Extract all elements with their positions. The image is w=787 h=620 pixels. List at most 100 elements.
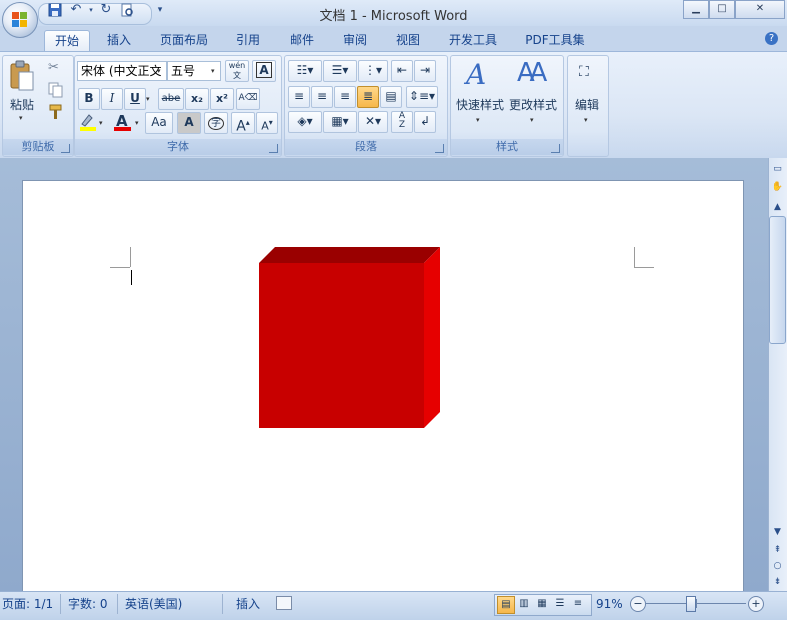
print-layout-view-icon[interactable]: ▤ <box>497 596 515 614</box>
align-center-button[interactable]: ≡ <box>311 86 333 108</box>
align-left-button[interactable]: ≡ <box>288 86 310 108</box>
tab-insert[interactable]: 插入 <box>100 30 138 51</box>
chinese-layout-button[interactable]: ✕▾ <box>358 111 388 133</box>
customize-qat-icon[interactable]: ▾ <box>153 3 167 17</box>
numbering-button[interactable]: ☰▾ <box>323 60 357 82</box>
zoom-slider-thumb[interactable] <box>686 596 696 612</box>
align-right-button[interactable]: ≡ <box>334 86 356 108</box>
copy-icon[interactable] <box>48 82 64 98</box>
baidu-watermark: Baidu经验 <box>605 554 730 582</box>
tab-page-layout[interactable]: 页面布局 <box>152 30 216 51</box>
zoom-in-icon[interactable]: + <box>748 596 764 612</box>
full-screen-reading-icon[interactable]: ▥ <box>516 596 532 612</box>
show-marks-button[interactable]: ↲ <box>414 111 436 133</box>
superscript-button[interactable]: x² <box>210 88 234 110</box>
quick-styles-button[interactable]: A 快速样式 ▾ <box>454 58 506 128</box>
tab-view[interactable]: 视图 <box>388 30 428 51</box>
tab-mailings[interactable]: 邮件 <box>282 30 322 51</box>
draft-view-icon[interactable]: ≡ <box>570 596 586 612</box>
highlight-dropdown-icon[interactable]: ▾ <box>99 119 103 127</box>
tab-pdf-tools[interactable]: PDF工具集 <box>520 30 590 51</box>
scroll-down-icon[interactable]: ▼ <box>770 525 785 540</box>
line-spacing-button[interactable]: ⇕≡▾ <box>406 86 438 108</box>
distributed-button[interactable]: ▤ <box>380 86 402 108</box>
highlight-button[interactable] <box>78 112 98 132</box>
decrease-indent-button[interactable]: ⇤ <box>391 60 413 82</box>
status-separator <box>117 594 118 614</box>
next-page-icon[interactable]: ⇟ <box>770 575 785 590</box>
undo-icon[interactable]: ↶ <box>69 3 83 17</box>
print-preview-icon[interactable] <box>120 3 134 17</box>
ruler-toggle-icon[interactable]: ▭ <box>770 162 785 177</box>
font-launcher-icon[interactable] <box>269 144 278 153</box>
enclose-chars-button[interactable]: 字 <box>204 112 228 134</box>
strikethrough-button[interactable]: abe <box>158 88 184 110</box>
scroll-up-icon[interactable]: ▲ <box>770 200 785 215</box>
binoculars-icon: ⛶ <box>579 64 589 80</box>
clear-formatting-button[interactable]: A⌫ <box>236 88 260 110</box>
cube-shape[interactable] <box>256 246 442 432</box>
font-color-button[interactable]: A <box>113 112 133 132</box>
font-name-select[interactable]: 宋体 (中文正文 <box>77 61 167 81</box>
format-painter-icon[interactable] <box>48 104 64 120</box>
status-word-count[interactable]: 字数: 0 <box>68 596 108 612</box>
outline-view-icon[interactable]: ☰ <box>552 596 568 612</box>
paragraph-launcher-icon[interactable] <box>435 144 444 153</box>
font-color-dropdown-icon[interactable]: ▾ <box>135 119 139 127</box>
align-center-icon: ≡ <box>316 89 328 103</box>
phonetic-guide-button[interactable]: wén 文 <box>225 60 249 82</box>
shrink-font-button[interactable]: A▾ <box>256 112 278 134</box>
font-size-dropdown-icon[interactable]: ▾ <box>211 67 215 75</box>
change-case-button[interactable]: Aa <box>145 112 173 134</box>
clipboard-launcher-icon[interactable] <box>61 144 70 153</box>
increase-indent-button[interactable]: ⇥ <box>414 60 436 82</box>
underline-dropdown-icon[interactable]: ▾ <box>146 95 150 103</box>
redo-icon[interactable]: ↻ <box>99 3 113 17</box>
tab-developer[interactable]: 开发工具 <box>440 30 506 51</box>
minimize-button[interactable]: ▁ <box>683 0 709 19</box>
save-icon[interactable] <box>48 3 62 17</box>
close-button[interactable]: ✕ <box>735 0 785 19</box>
previous-page-icon[interactable]: ⇞ <box>770 543 785 558</box>
pan-hand-icon[interactable]: ✋ <box>770 180 785 195</box>
subscript-button[interactable]: x₂ <box>185 88 209 110</box>
tab-references[interactable]: 引用 <box>228 30 268 51</box>
maximize-button[interactable]: □ <box>709 0 735 19</box>
grow-font-button[interactable]: A▴ <box>231 112 255 135</box>
sort-button[interactable]: AZ <box>391 111 413 133</box>
scroll-thumb[interactable] <box>769 216 786 344</box>
macro-record-icon[interactable] <box>276 596 292 610</box>
styles-launcher-icon[interactable] <box>551 144 560 153</box>
zoom-out-icon[interactable]: − <box>630 596 646 612</box>
paste-button[interactable]: 粘贴 ▾ <box>6 60 38 124</box>
shading-button[interactable]: ◈▾ <box>288 111 322 133</box>
font-name-dropdown-icon[interactable]: ▾ <box>157 67 161 75</box>
select-browse-object-icon[interactable]: ○ <box>770 559 785 574</box>
bullets-icon: ☷▾ <box>296 63 314 77</box>
char-border-button[interactable]: A <box>252 60 276 82</box>
tab-home[interactable]: 开始 <box>44 30 90 52</box>
editing-button[interactable]: ⛶ 编辑 ▾ <box>569 58 605 128</box>
underline-button[interactable]: U <box>124 88 146 110</box>
help-icon[interactable]: ? <box>765 32 778 45</box>
status-insert-mode[interactable]: 插入 <box>236 596 260 612</box>
phonetic-guide-label: wén <box>228 61 246 70</box>
status-page[interactable]: 页面: 1/1 <box>2 596 53 612</box>
undo-dropdown-icon[interactable]: ▾ <box>84 3 98 17</box>
borders-button[interactable]: ▦▾ <box>323 111 357 133</box>
change-styles-dropdown-icon: ▾ <box>530 116 534 124</box>
zoom-level[interactable]: 91% <box>596 596 623 612</box>
tab-review[interactable]: 审阅 <box>335 30 375 51</box>
italic-button[interactable]: I <box>101 88 123 110</box>
bold-button[interactable]: B <box>78 88 100 110</box>
cut-icon[interactable]: ✂ <box>48 60 64 76</box>
change-styles-button[interactable]: AA 更改样式 ▾ <box>507 58 559 128</box>
quick-styles-label: 快速样式 <box>455 98 504 112</box>
office-button[interactable] <box>2 2 38 38</box>
multilevel-list-button[interactable]: ⋮▾ <box>358 60 388 82</box>
status-language[interactable]: 英语(美国) <box>125 596 182 612</box>
bullets-button[interactable]: ☷▾ <box>288 60 322 82</box>
justify-button[interactable]: ≣ <box>357 86 379 108</box>
char-shading-button[interactable]: A <box>177 112 201 134</box>
web-layout-icon[interactable]: ▦ <box>534 596 550 612</box>
